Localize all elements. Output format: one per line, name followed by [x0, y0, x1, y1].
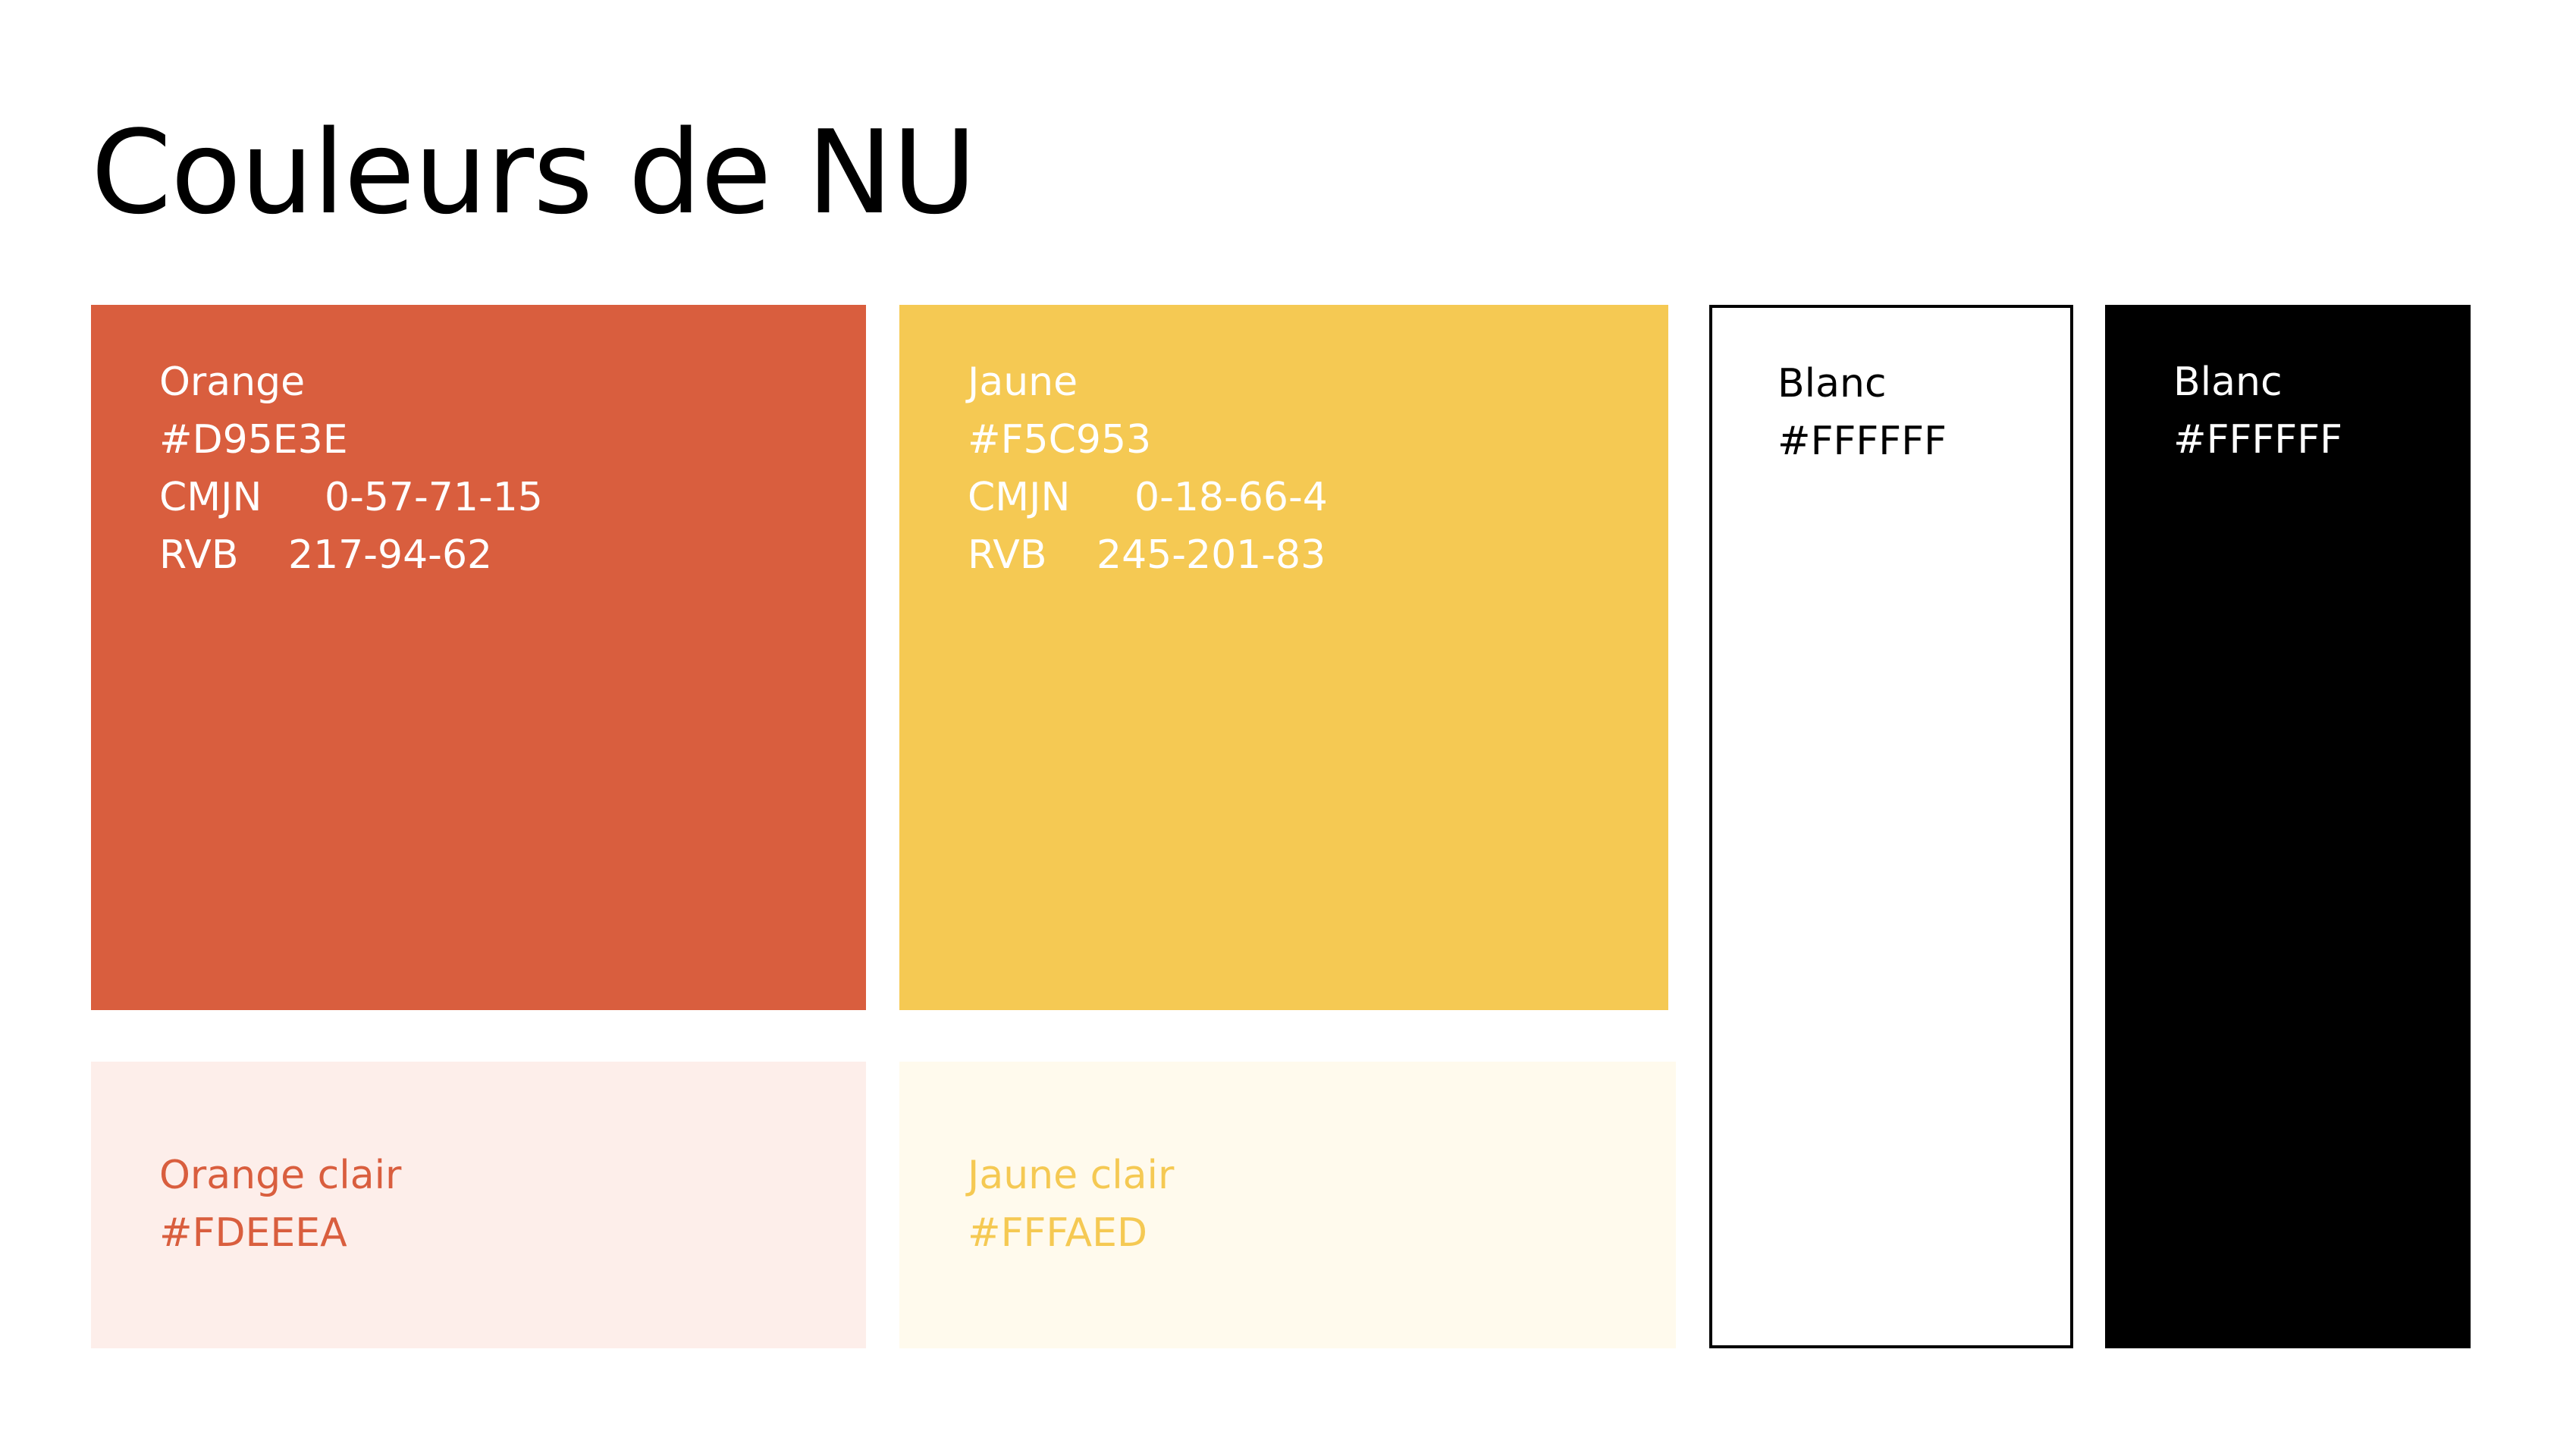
rvb-label: RVB	[159, 532, 239, 578]
swatch-orange-info: Orange #D95E3E CMJN 0-57-71-15 RVB 217-9…	[159, 353, 543, 584]
swatch-jaune-clair-info: Jaune clair #FFFAED	[968, 1147, 1174, 1262]
swatch-orange-hex: #D95E3E	[159, 417, 348, 463]
swatch-orange: Orange #D95E3E CMJN 0-57-71-15 RVB 217-9…	[91, 305, 866, 1010]
rvb-value: 217-94-62	[288, 532, 493, 578]
cmjn-value: 0-18-66-4	[1134, 475, 1328, 520]
swatch-orange-clair: Orange clair #FDEEEA	[91, 1062, 866, 1348]
swatch-jaune-info: Jaune #F5C953 CMJN 0-18-66-4 RVB 245-201…	[968, 353, 1328, 584]
swatch-jaune-hex: #F5C953	[968, 417, 1152, 463]
swatch-blanc: Blanc #FFFFFF	[1709, 305, 2073, 1348]
swatch-jaune-clair-hex: #FFFAED	[968, 1210, 1147, 1256]
swatch-orange-clair-hex: #FDEEEA	[159, 1210, 347, 1256]
swatch-blanc-hex: #FFFFFF	[1777, 419, 1947, 464]
swatch-jaune: Jaune #F5C953 CMJN 0-18-66-4 RVB 245-201…	[899, 305, 1668, 1010]
swatch-orange-name: Orange	[159, 359, 306, 405]
swatch-noir-hex: #FFFFFF	[2173, 417, 2343, 463]
swatch-jaune-rvb: RVB 245-201-83	[968, 526, 1328, 584]
swatch-blanc-name: Blanc	[1777, 361, 1887, 406]
swatch-orange-clair-name: Orange clair	[159, 1153, 402, 1198]
cmjn-label: CMJN	[968, 475, 1071, 520]
swatch-jaune-clair-name: Jaune clair	[968, 1153, 1175, 1198]
page-title: Couleurs de NU	[91, 105, 977, 240]
swatch-jaune-clair: Jaune clair #FFFAED	[899, 1062, 1676, 1348]
cmjn-value: 0-57-71-15	[325, 475, 543, 520]
swatch-orange-cmjn: CMJN 0-57-71-15	[159, 469, 543, 526]
swatch-blanc-info: Blanc #FFFFFF	[1777, 355, 1947, 470]
rvb-label: RVB	[968, 532, 1047, 578]
swatch-noir: Blanc #FFFFFF	[2105, 305, 2471, 1348]
swatch-noir-info: Blanc #FFFFFF	[2173, 353, 2342, 469]
swatch-orange-clair-info: Orange clair #FDEEEA	[159, 1147, 401, 1262]
cmjn-label: CMJN	[159, 475, 262, 520]
swatch-orange-rvb: RVB 217-94-62	[159, 526, 543, 584]
rvb-value: 245-201-83	[1097, 532, 1326, 578]
swatch-noir-name: Blanc	[2173, 359, 2283, 405]
swatch-jaune-name: Jaune	[968, 359, 1078, 405]
swatch-jaune-cmjn: CMJN 0-18-66-4	[968, 469, 1328, 526]
